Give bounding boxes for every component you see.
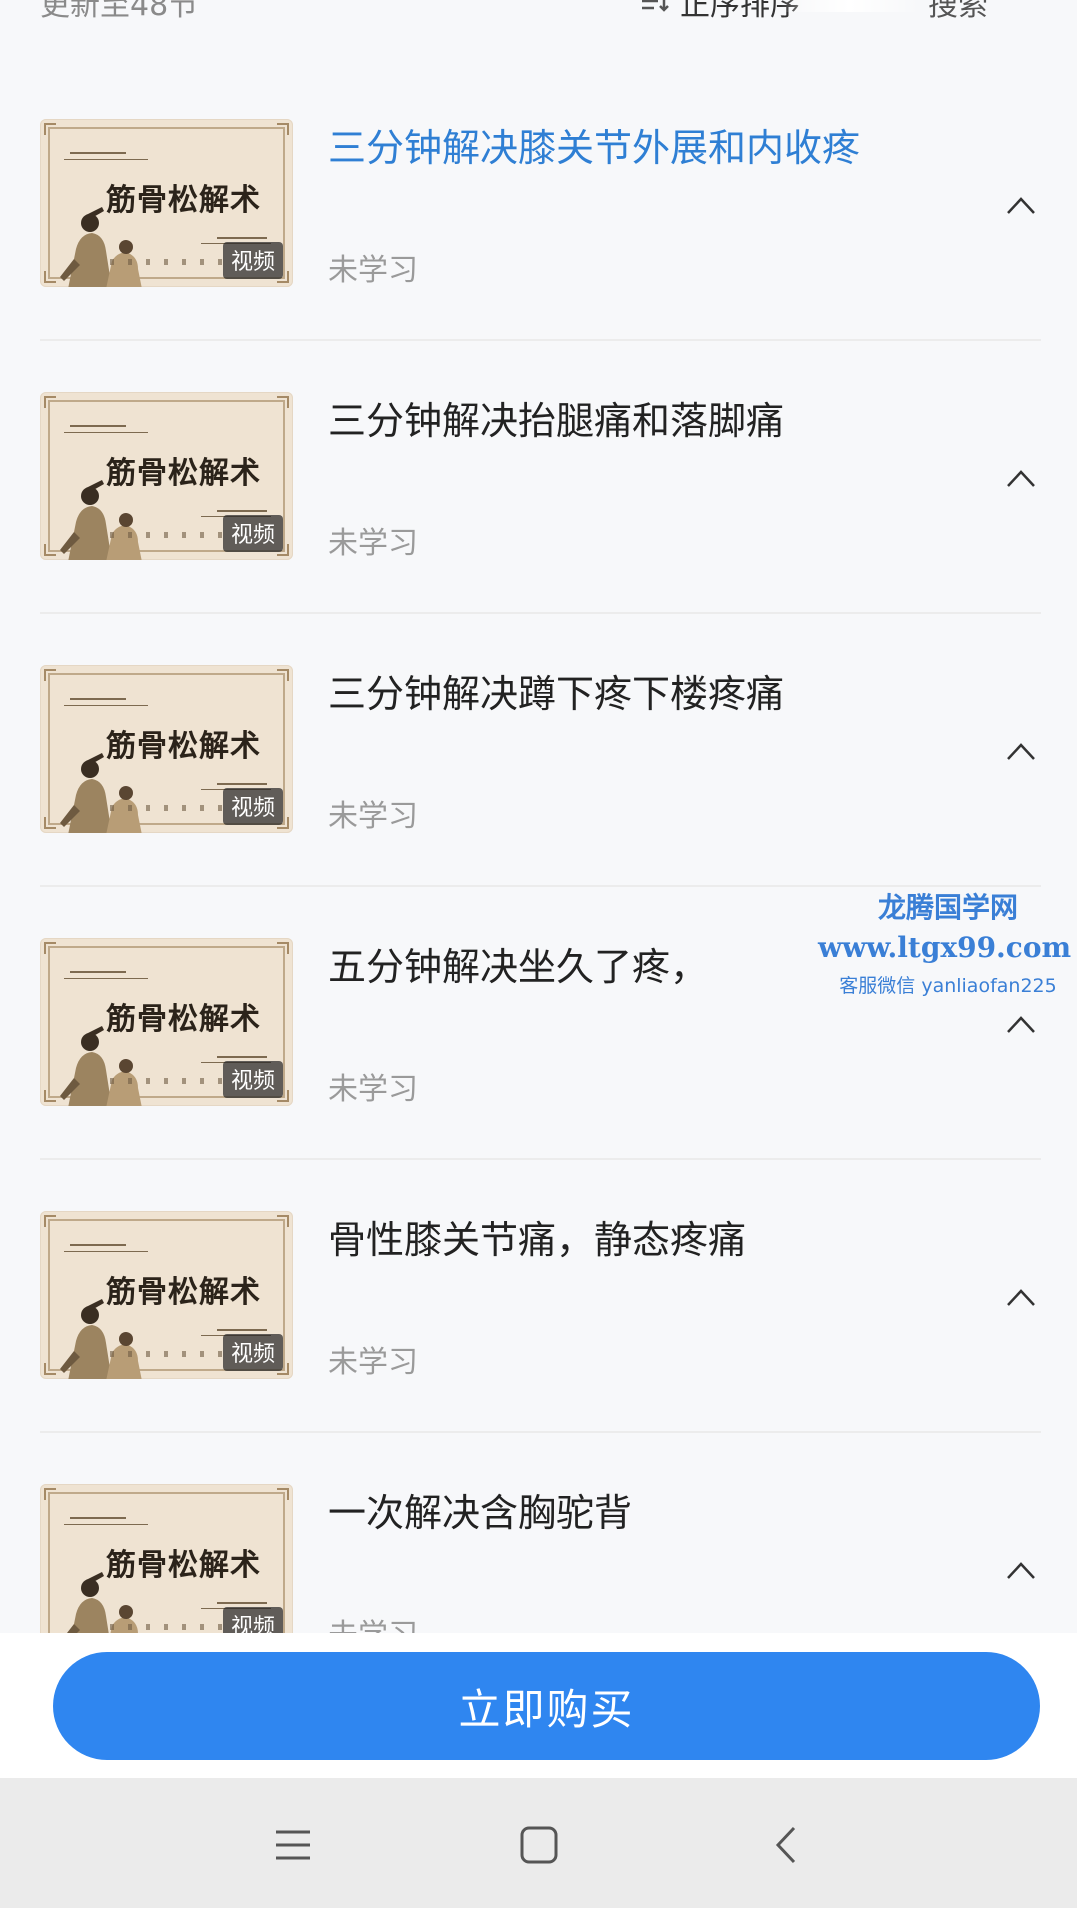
lesson-status: 未学习 xyxy=(328,1610,418,1633)
back-icon[interactable] xyxy=(762,1820,812,1870)
lesson-thumbnail: 筋骨松解术 视频 xyxy=(40,392,293,560)
thumbnail-title: 筋骨松解术 xyxy=(106,1275,261,1310)
lesson-title[interactable]: 一次解决含胸驼背 xyxy=(328,1485,868,1541)
watermark-url: www.ltgx99.com xyxy=(818,931,1072,964)
lesson-item[interactable]: 筋骨松解术 视频 一次解决含胸驼背 未学习 xyxy=(0,1433,1077,1633)
buy-now-button[interactable]: 立即购买 xyxy=(53,1652,1040,1760)
watermark-name: 龙腾国学网 xyxy=(877,891,1018,924)
thumbnail-title: 筋骨松解术 xyxy=(106,456,261,491)
menu-icon[interactable] xyxy=(268,1820,318,1870)
video-badge: 视频 xyxy=(222,515,283,552)
lesson-title[interactable]: 三分钟解决蹲下疼下楼疼痛 xyxy=(328,666,868,722)
lesson-thumbnail: 筋骨松解术 视频 xyxy=(40,1211,293,1379)
video-badge: 视频 xyxy=(222,788,283,825)
lesson-status: 未学习 xyxy=(328,1345,418,1380)
lesson-thumbnail: 筋骨松解术 视频 xyxy=(40,119,293,287)
watermark: 龙腾国学网 www.ltgx99.com 客服微信 yanliaofan225 xyxy=(818,886,1071,1006)
chevron-up-icon[interactable] xyxy=(1006,1013,1036,1035)
chevron-up-icon[interactable] xyxy=(1006,467,1036,489)
lesson-status: 未学习 xyxy=(328,253,418,288)
chevron-up-icon[interactable] xyxy=(1006,194,1036,216)
thumbnail-title: 筋骨松解术 xyxy=(106,1002,261,1037)
lesson-item[interactable]: 筋骨松解术 视频 三分钟解决膝关节外展和内收疼 未学习 xyxy=(0,68,1077,341)
thumbnail-title: 筋骨松解术 xyxy=(106,1548,261,1583)
thumbnail-title: 筋骨松解术 xyxy=(106,183,261,218)
lesson-item[interactable]: 筋骨松解术 视频 三分钟解决蹲下疼下楼疼痛 未学习 xyxy=(0,614,1077,887)
watermark-contact: 客服微信 yanliaofan225 xyxy=(839,975,1057,997)
lesson-status: 未学习 xyxy=(328,526,418,561)
lesson-item[interactable]: 筋骨松解术 视频 三分钟解决抬腿痛和落脚痛 未学习 xyxy=(0,341,1077,614)
lesson-title[interactable]: 五分钟解决坐久了疼， xyxy=(328,939,868,995)
thumbnail-title: 筋骨松解术 xyxy=(106,729,261,764)
lesson-thumbnail: 筋骨松解术 视频 xyxy=(40,665,293,833)
chevron-up-icon[interactable] xyxy=(1006,1559,1036,1581)
lesson-title[interactable]: 三分钟解决膝关节外展和内收疼 xyxy=(328,120,868,176)
video-badge: 视频 xyxy=(222,1334,283,1371)
chevron-up-icon[interactable] xyxy=(1006,740,1036,762)
home-icon[interactable] xyxy=(514,1820,564,1870)
video-badge: 视频 xyxy=(222,1607,283,1633)
lesson-item[interactable]: 筋骨松解术 视频 骨性膝关节痛，静态疼痛 未学习 xyxy=(0,1160,1077,1433)
lesson-list: 筋骨松解术 视频 三分钟解决膝关节外展和内收疼 未学习 筋骨松解术 视频 三分钟… xyxy=(0,0,1077,1633)
lesson-thumbnail: 筋骨松解术 视频 xyxy=(40,938,293,1106)
buy-bar: 立即购买 xyxy=(0,1633,1077,1778)
video-badge: 视频 xyxy=(222,1061,283,1098)
lesson-status: 未学习 xyxy=(328,799,418,834)
lesson-title[interactable]: 三分钟解决抬腿痛和落脚痛 xyxy=(328,393,868,449)
system-nav-bar xyxy=(0,1778,1077,1908)
chevron-up-icon[interactable] xyxy=(1006,1286,1036,1308)
lesson-title[interactable]: 骨性膝关节痛，静态疼痛 xyxy=(328,1212,868,1268)
lesson-thumbnail: 筋骨松解术 视频 xyxy=(40,1484,293,1633)
video-badge: 视频 xyxy=(222,242,283,279)
lesson-status: 未学习 xyxy=(328,1072,418,1107)
